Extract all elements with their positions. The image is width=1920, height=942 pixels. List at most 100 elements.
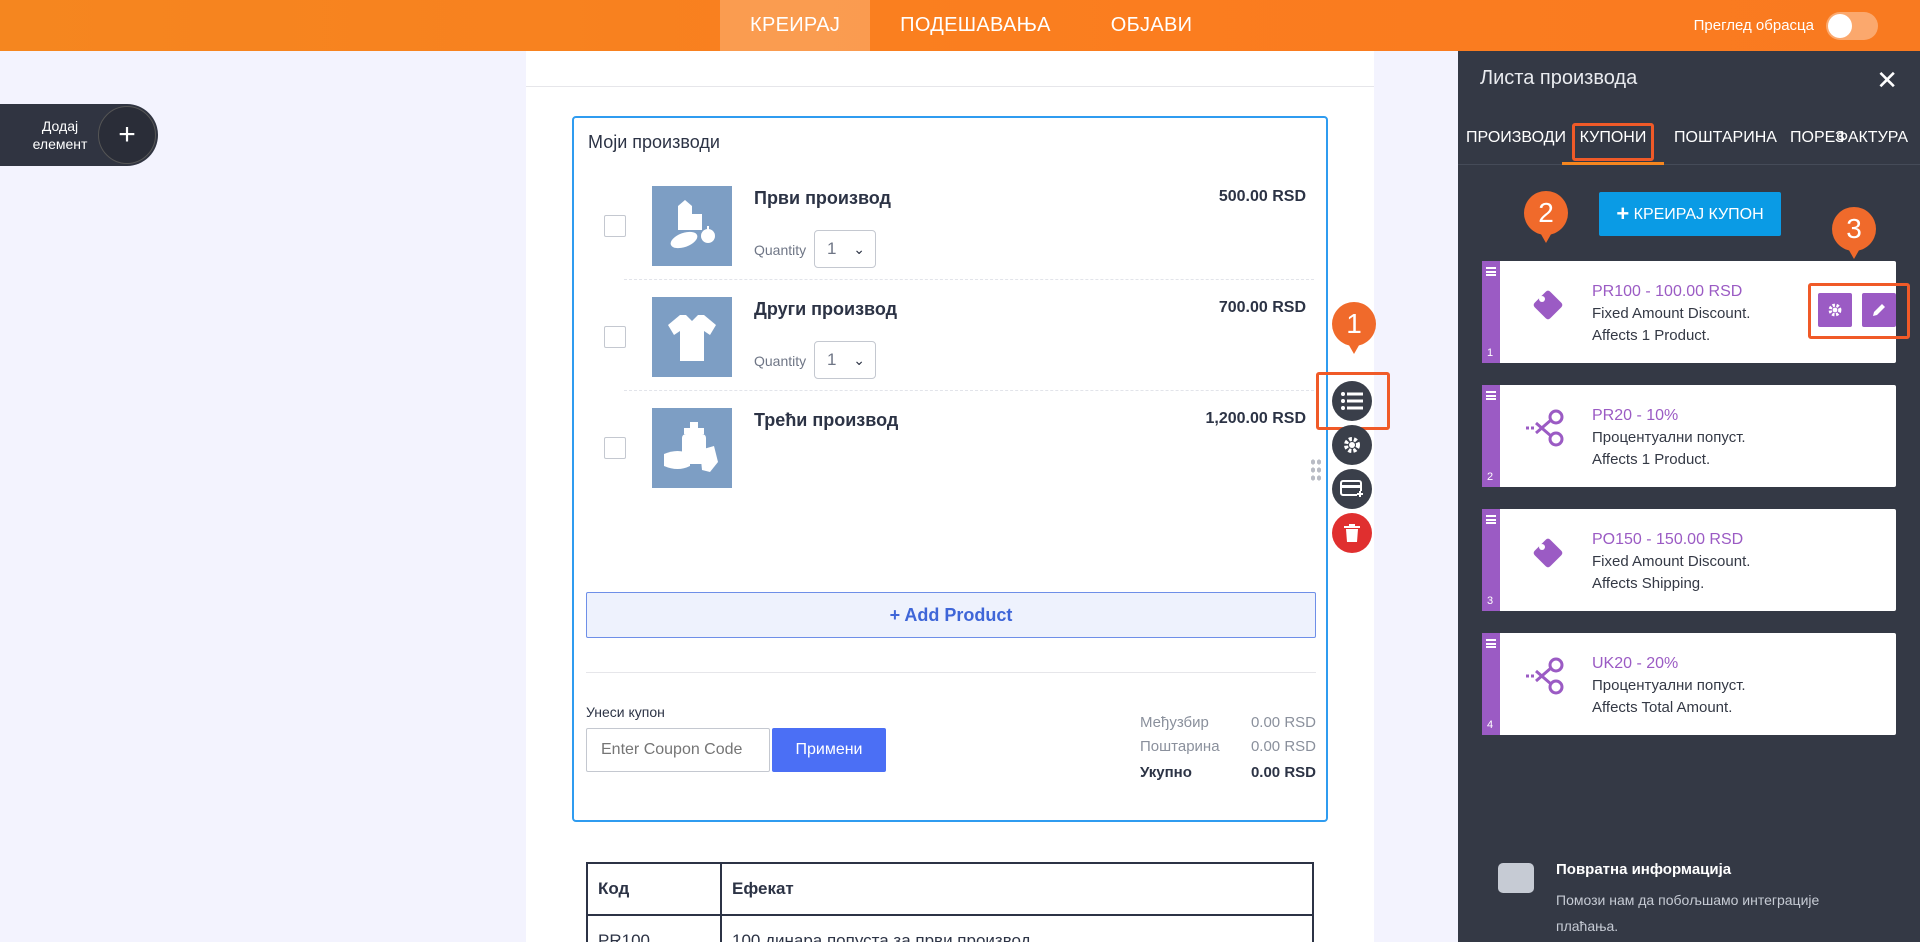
coupon-code: UK20 - 20% [1592,655,1679,672]
panel-tab-products[interactable]: ПРОИЗВОДИ [1466,111,1566,165]
add-element-button[interactable]: Додај елемент + [0,104,158,166]
shipping-value: 0.00 RSD [1251,738,1316,755]
coupon-number: 1 [1487,347,1494,359]
drag-handle-icon[interactable]: 1 [1482,261,1500,363]
coupon-card[interactable]: 4 UK20 - 20% Процентуални попуст. Affect… [1482,633,1896,735]
create-coupon-label: КРЕИРАЈ КУПОН [1633,206,1764,223]
coupon-card[interactable]: 1 PR100 - 100.00 RSD Fixed Amount Discou… [1482,261,1910,363]
coupon-type: Fixed Amount Discount. [1592,305,1751,322]
product-row: Први производ 500.00 RSD Quantity 1 ⌄ [584,170,1320,280]
panel-tabs: ПРОИЗВОДИ КУПОНИ ПОШТАРИНА ПОРЕЗ ФАКТУРА [1458,111,1920,165]
subtotal-row: Међузбир 0.00 RSD [1126,714,1316,738]
table-header: Ефекат [720,862,1314,916]
scissors-icon [1526,407,1568,449]
panel-tab-invoice[interactable]: ФАКТУРА [1836,111,1908,165]
coupon-input[interactable] [586,728,770,772]
scissors-icon [1526,655,1568,697]
quantity-value: 1 [827,350,837,369]
tshirt-icon [652,297,732,377]
coupon-number: 4 [1487,719,1494,731]
groceries-icon [652,186,732,266]
gear-icon [1344,437,1360,453]
shipping-label: Поштарина [1140,738,1220,755]
coupon-type: Процентуални попуст. [1592,677,1746,694]
product-row: Други производ 700.00 RSD Quantity 1 ⌄ [584,281,1320,391]
form-canvas: Моји производи Први производ 500.00 RSD … [526,51,1374,942]
drag-handle-icon[interactable]: 4 [1482,633,1500,735]
product-price-value: 700.00 [1218,299,1268,316]
delete-button[interactable] [1332,513,1372,553]
coupon-affects: Affects Shipping. [1592,575,1705,592]
form-preview: Преглед обрасца [1694,0,1878,51]
product-name: Трећи производ [754,410,899,430]
product-checkbox[interactable] [604,326,626,348]
product-price-currency: RSD [1272,188,1306,205]
tab-settings[interactable]: ПОДЕШАВАЊА [870,0,1081,51]
quantity-label: Quantity [754,242,807,258]
create-coupon-button[interactable]: + КРЕИРАЈ КУПОН [1599,192,1781,236]
tag-icon [1526,531,1568,573]
totals: Међузбир 0.00 RSD Поштарина 0.00 RSD Уку… [1126,714,1316,790]
highlight-box [1808,283,1910,339]
drag-handle-icon[interactable] [1310,458,1322,482]
top-navigation: КРЕИРАЈ ПОДЕШАВАЊА ОБЈАВИ [720,0,1222,51]
add-product-button[interactable]: + Add Product [586,592,1316,638]
total-currency: RSD [1284,764,1316,781]
close-icon[interactable]: ✕ [1876,65,1898,96]
panel-tab-shipping[interactable]: ПОШТАРИНА [1674,111,1777,165]
table-cell: 100 динара попуста за први производ [720,914,1314,942]
coupon-type: Процентуални попуст. [1592,429,1746,446]
coupon-affects: Affects 1 Product. [1592,451,1711,468]
table-header-row: Код Ефекат [586,862,1314,916]
divider [624,279,1314,280]
coupon-card[interactable]: 2 PR20 - 10% Процентуални попуст. Affect… [1482,385,1896,487]
tab-create[interactable]: КРЕИРАЈ [720,0,871,51]
tab-publish[interactable]: ОБЈАВИ [1081,0,1223,51]
form-preview-toggle[interactable] [1826,11,1878,40]
apply-coupon-button[interactable]: Примени [772,728,886,772]
coupon-card[interactable]: 3 PO150 - 150.00 RSD Fixed Amount Discou… [1482,509,1896,611]
trash-icon [1344,524,1360,542]
product-price-currency: RSD [1272,410,1306,427]
coupon-type: Fixed Amount Discount. [1592,553,1751,570]
settings-button[interactable] [1332,425,1372,465]
total-label: Укупно [1140,764,1192,781]
highlight-box [1572,123,1654,161]
hygiene-kit-icon [652,408,732,488]
add-element-label: Додај елемент [32,118,88,152]
plus-icon: + [1616,201,1630,226]
total-value: 0.00 RSD [1251,764,1316,781]
product-checkbox[interactable] [604,437,626,459]
total-row: Укупно 0.00 RSD [1126,764,1316,790]
feedback-text: Помози нам да побољшамо интеграције плаћ… [1556,892,1820,934]
table-cell: PR100 [586,914,722,942]
credit-card-icon [1340,480,1363,497]
step-marker-2: 2 [1524,191,1568,243]
quantity-select[interactable]: 1 ⌄ [814,230,876,268]
feedback-title: Повратна информација [1556,861,1732,878]
payment-settings-button[interactable] [1332,469,1372,509]
product-list-button[interactable] [1332,381,1372,421]
product-price-value: 1,200.00 [1205,410,1268,427]
step-marker-3: 3 [1832,207,1876,259]
subtotal-currency: RSD [1284,714,1316,731]
shipping-amount: 0.00 [1250,738,1281,755]
product-checkbox[interactable] [604,215,626,237]
coupon-code: PO150 - 150.00 RSD [1592,531,1744,548]
coupon-code: PR100 - 100.00 RSD [1592,283,1743,300]
quantity-select[interactable]: 1 ⌄ [814,341,876,379]
subtotal-label: Међузбир [1140,714,1209,731]
feedback-section[interactable]: Повратна информација Помози нам да побољ… [1458,841,1920,942]
step-marker-1: 1 [1332,302,1376,354]
divider [526,86,1374,87]
chevron-down-icon: ⌄ [853,241,865,257]
tag-icon [1526,283,1568,325]
drag-handle-icon[interactable]: 2 [1482,385,1500,487]
plus-icon: + [98,106,156,164]
total-amount: 0.00 [1250,764,1281,781]
product-list-panel: Листа производа ✕ ПРОИЗВОДИ КУПОНИ ПОШТА… [1458,51,1920,942]
coupon-number: 2 [1487,471,1494,483]
drag-handle-icon[interactable]: 3 [1482,509,1500,611]
product-list-widget[interactable]: Моји производи Први производ 500.00 RSD … [572,116,1328,822]
coupon-affects: Affects 1 Product. [1592,327,1711,344]
